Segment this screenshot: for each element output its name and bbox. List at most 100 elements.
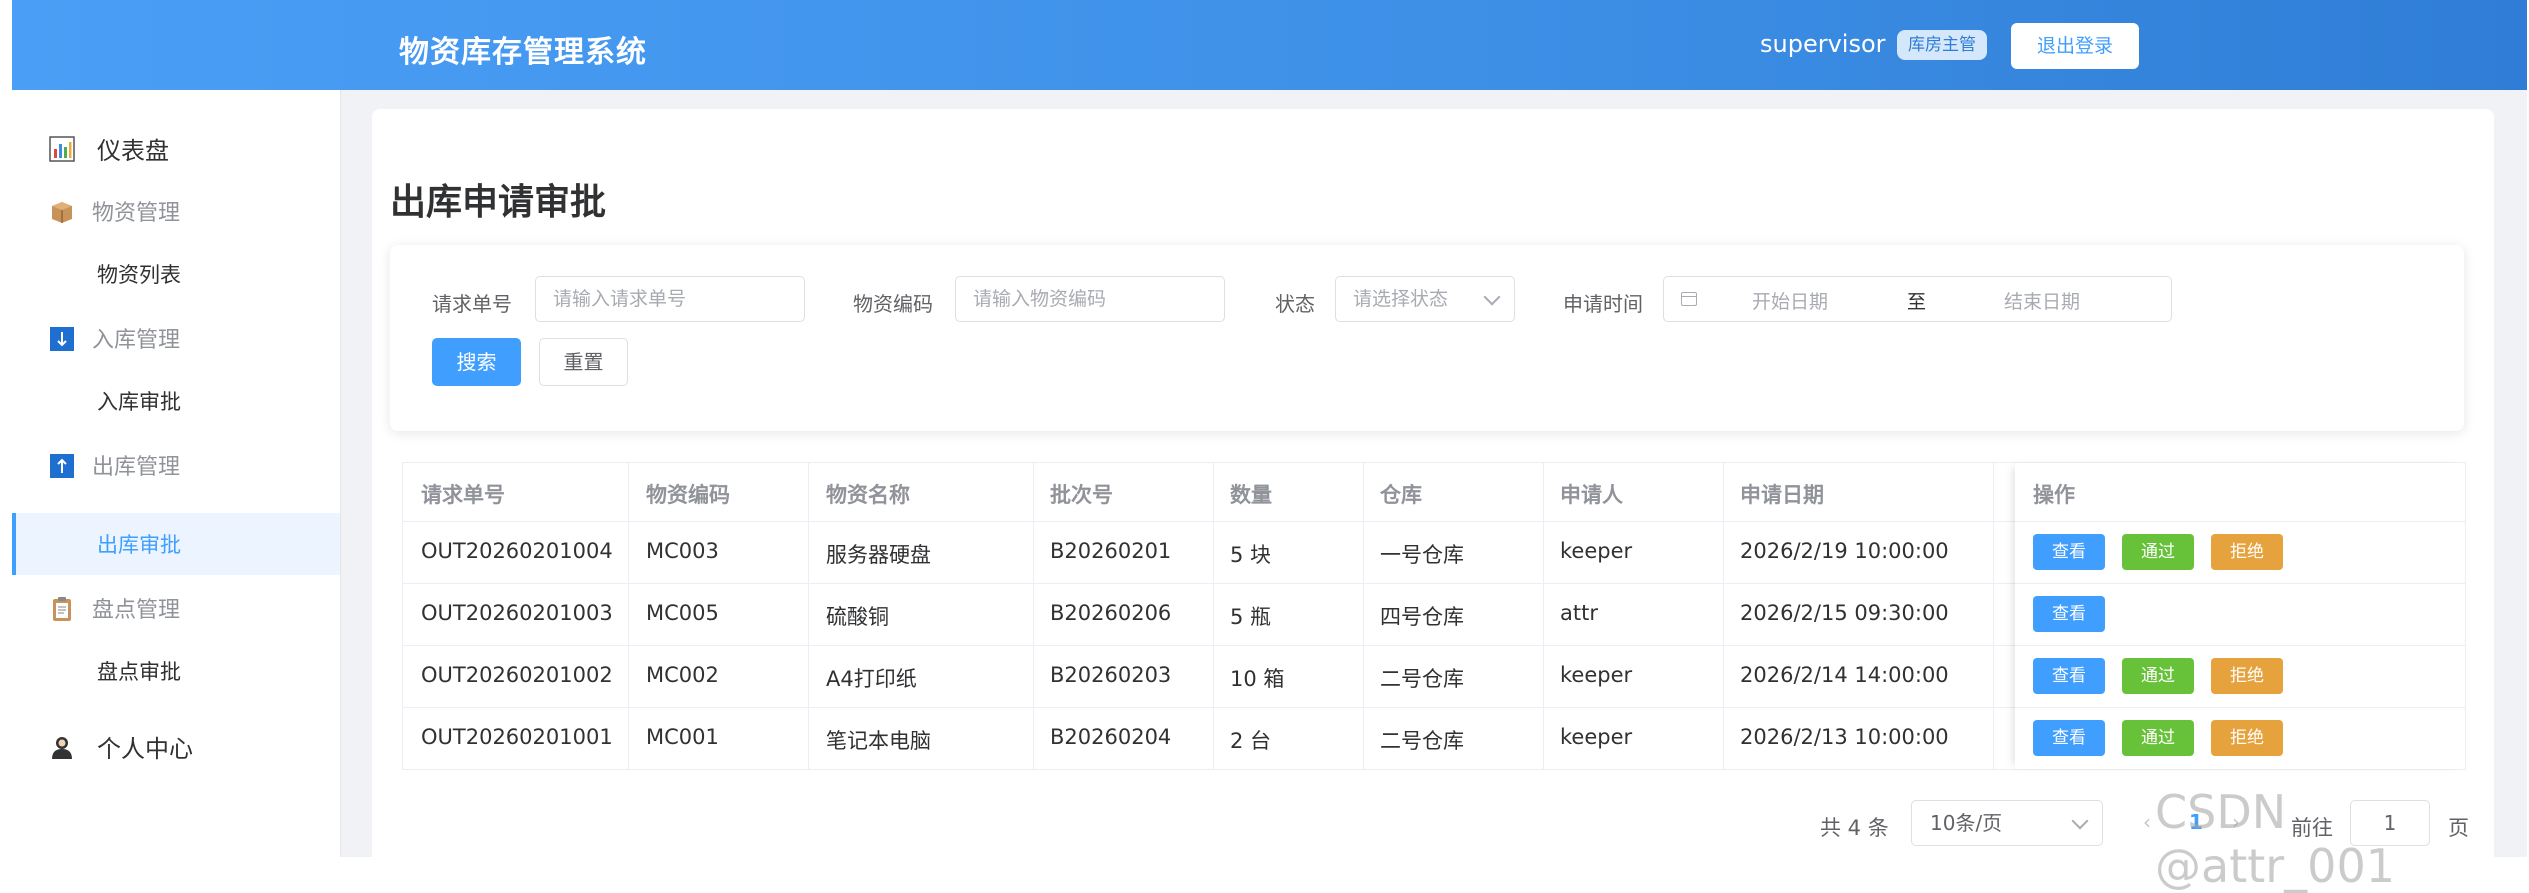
sidebar-item-label: 物资列表 <box>97 263 181 287</box>
date-cell: 2026/2/14 14:00:00 <box>1740 663 1949 687</box>
clipboard-icon <box>53 597 71 621</box>
column-header: 仓库 <box>1380 483 1422 507</box>
name-cell: 笔记本电脑 <box>826 729 931 753</box>
operations-column: 操作 查看 通过 拒绝 查看 查看 通过 拒绝 查看 通过 拒绝 <box>2015 463 2465 769</box>
table-divider <box>1363 463 1364 769</box>
sidebar-item-outbound[interactable]: 出库管理 <box>12 434 340 496</box>
sidebar-item-label: 个人中心 <box>97 734 193 763</box>
sidebar-item-label: 入库审批 <box>97 390 181 414</box>
approve-button[interactable]: 通过 <box>2122 720 2194 756</box>
sidebar-item-label: 盘点审批 <box>97 660 181 684</box>
box-icon <box>52 202 72 223</box>
warehouse-cell: 一号仓库 <box>1380 543 1464 567</box>
sidebar-item-inventory[interactable]: 盘点管理 <box>12 577 340 639</box>
sidebar-item-materials[interactable]: 物资管理 <box>12 180 340 242</box>
batch-cell: B20260201 <box>1050 539 1172 563</box>
code-cell: MC003 <box>646 539 719 563</box>
column-header: 数量 <box>1230 483 1272 507</box>
approval-table: 请求单号 物资编码 物资名称 批次号 数量 仓库 申请人 申请日期 OUT202… <box>402 462 2466 770</box>
sidebar-item-label: 入库管理 <box>92 328 181 353</box>
table-divider <box>1033 463 1034 769</box>
app-title: 物资库存管理系统 <box>399 35 647 70</box>
column-header: 操作 <box>2033 483 2075 507</box>
page-size-select[interactable]: 10条/页 <box>1911 800 2103 846</box>
sidebar-item-inbound[interactable]: 入库管理 <box>12 307 340 369</box>
view-button[interactable]: 查看 <box>2033 658 2105 694</box>
column-header: 申请人 <box>1560 483 1623 507</box>
start-date-input[interactable]: 开始日期 <box>1752 287 1828 314</box>
request-no-cell: OUT20260201001 <box>421 725 613 749</box>
warehouse-cell: 四号仓库 <box>1380 605 1464 629</box>
sidebar: 仪表盘 物资管理 物资列表 入库管理 入库审批 出库管理 出库审批 盘点管理 盘… <box>12 90 341 857</box>
sidebar-item-label: 物资管理 <box>92 201 181 226</box>
applicant-cell: attr <box>1560 601 1598 625</box>
view-button[interactable]: 查看 <box>2033 720 2105 756</box>
request-no-cell: OUT20260201004 <box>421 539 613 563</box>
qty-cell: 5 瓶 <box>1230 605 1272 629</box>
view-button[interactable]: 查看 <box>2033 534 2105 570</box>
page-title: 出库申请审批 <box>390 182 607 223</box>
sidebar-item-dashboard[interactable]: 仪表盘 <box>12 117 340 179</box>
end-date-input[interactable]: 结束日期 <box>2004 287 2080 314</box>
table-divider <box>1723 463 1724 769</box>
code-cell: MC002 <box>646 663 719 687</box>
up-arrow-icon <box>50 454 74 478</box>
qty-cell: 10 箱 <box>1230 667 1285 691</box>
qty-cell: 5 块 <box>1230 543 1272 567</box>
batch-cell: B20260206 <box>1050 601 1172 625</box>
logout-button[interactable]: 退出登录 <box>2011 23 2139 69</box>
calendar-icon <box>1681 292 1697 306</box>
name-cell: 硫酸铜 <box>826 605 889 629</box>
sidebar-item-label: 盘点管理 <box>92 598 181 623</box>
approve-button[interactable]: 通过 <box>2122 658 2194 694</box>
table-divider <box>2015 583 2465 584</box>
chevron-down-icon <box>2071 812 2089 830</box>
request-no-cell: OUT20260201002 <box>421 663 613 687</box>
column-header: 批次号 <box>1050 483 1113 507</box>
top-header: 物资库存管理系统 supervisor 库房主管 退出登录 <box>12 0 2527 90</box>
reject-button[interactable]: 拒绝 <box>2211 534 2283 570</box>
warehouse-cell: 二号仓库 <box>1380 667 1464 691</box>
apply-time-label: 申请时间 <box>1563 292 1643 316</box>
table-divider <box>808 463 809 769</box>
reject-button[interactable]: 拒绝 <box>2211 720 2283 756</box>
reset-button[interactable]: 重置 <box>539 338 628 386</box>
column-header: 物资编码 <box>646 483 730 507</box>
view-button[interactable]: 查看 <box>2033 596 2105 632</box>
request-no-cell: OUT20260201003 <box>421 601 613 625</box>
chevron-down-icon <box>1483 288 1501 306</box>
warehouse-cell: 二号仓库 <box>1380 729 1464 753</box>
material-code-field[interactable] <box>955 276 1225 322</box>
bar-chart-icon <box>49 136 75 162</box>
request-no-input[interactable] <box>553 288 804 310</box>
search-button[interactable]: 搜索 <box>432 338 521 386</box>
role-badge: 库房主管 <box>1897 30 1987 60</box>
sidebar-item-inbound-approval[interactable]: 入库审批 <box>12 370 340 432</box>
request-no-label: 请求单号 <box>432 292 512 316</box>
date-range-picker[interactable]: 开始日期 至 结束日期 <box>1663 276 2172 322</box>
status-select[interactable]: 请选择状态 <box>1335 276 1515 322</box>
reject-button[interactable]: 拒绝 <box>2211 658 2283 694</box>
sidebar-item-label: 出库审批 <box>97 533 181 557</box>
sidebar-item-profile[interactable]: 个人中心 <box>12 715 340 777</box>
sidebar-item-outbound-approval[interactable]: 出库审批 <box>12 513 340 575</box>
watermark: CSDN @attr_001 <box>2155 785 2395 893</box>
prev-page-icon[interactable]: ‹ <box>2143 810 2151 834</box>
applicant-cell: keeper <box>1560 663 1633 687</box>
filter-panel <box>390 245 2464 431</box>
table-divider <box>2015 521 2465 522</box>
range-separator: 至 <box>1907 291 1927 313</box>
table-divider <box>1543 463 1544 769</box>
sidebar-item-label: 仪表盘 <box>97 136 169 165</box>
username: supervisor <box>1760 30 1886 58</box>
down-arrow-icon <box>50 327 74 351</box>
approve-button[interactable]: 通过 <box>2122 534 2194 570</box>
sidebar-item-inventory-approval[interactable]: 盘点审批 <box>12 640 340 702</box>
material-code-input[interactable] <box>973 288 1224 310</box>
request-no-field[interactable] <box>535 276 805 322</box>
sidebar-item-material-list[interactable]: 物资列表 <box>12 243 340 305</box>
material-code-label: 物资编码 <box>853 292 933 316</box>
column-header: 申请日期 <box>1740 483 1824 507</box>
pagination-total: 共 4 条 <box>1820 816 1889 840</box>
applicant-cell: keeper <box>1560 539 1633 563</box>
